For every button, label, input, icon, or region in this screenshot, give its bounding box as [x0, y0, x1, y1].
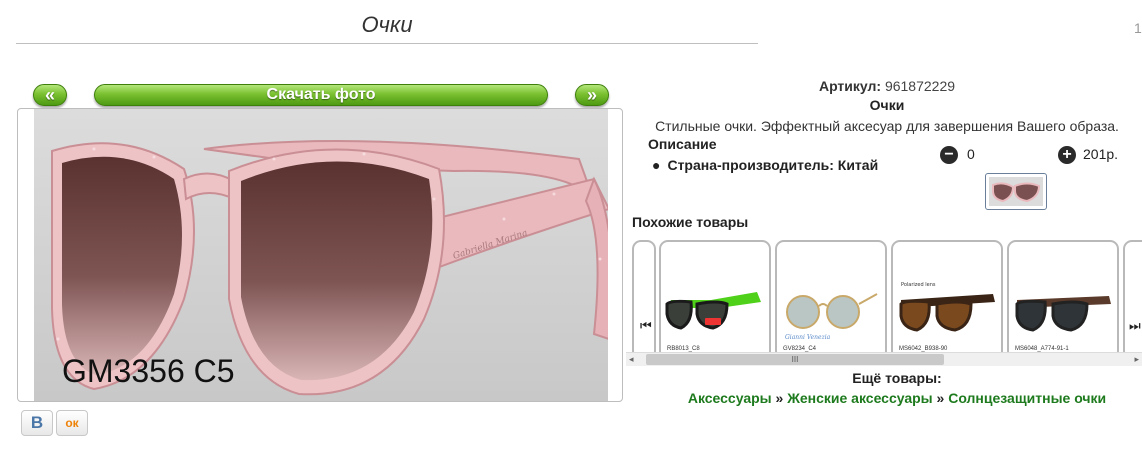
carousel-prev-icon[interactable]: ⏮: [640, 318, 652, 334]
photo-model-label: GM3356 C5: [62, 353, 235, 389]
spec-value: Китай: [837, 157, 879, 173]
similar-item[interactable]: MS6048_A774-91-1: [1007, 240, 1119, 354]
sku-value: 961872229: [884, 78, 956, 94]
product-description: Стильные очки. Эффектный аксесуар для за…: [655, 118, 1119, 134]
product-photo-frame: Gabriella Marina GM3356 C5: [17, 108, 623, 402]
breadcrumb-separator: »: [771, 390, 788, 406]
similar-item-image: [665, 292, 761, 330]
minus-icon[interactable]: −: [940, 146, 958, 164]
breadcrumb-link[interactable]: Женские аксессуары: [787, 390, 932, 406]
carousel-next-icon[interactable]: ⏭: [1129, 318, 1141, 334]
breadcrumb-separator: »: [932, 390, 949, 406]
similar-item-image: Gianni Venezia: [785, 293, 878, 341]
photo-thumbnail[interactable]: [985, 173, 1047, 210]
similar-products-heading: Похожие товары: [632, 214, 749, 230]
breadcrumb-link[interactable]: Аксессуары: [688, 390, 772, 406]
vk-icon: В: [30, 413, 44, 432]
spec-item-country: ● Страна-производитель: Китай: [652, 157, 878, 173]
breadcrumb: Аксессуары » Женские аксессуары » Солнце…: [640, 390, 1142, 406]
ok-share-button[interactable]: ок: [56, 410, 88, 436]
next-photo-button[interactable]: »: [575, 84, 609, 106]
product-photo[interactable]: Gabriella Marina GM3356 C5: [34, 109, 613, 401]
carousel-scrollbar[interactable]: ◂ III ▸: [626, 352, 1142, 366]
similar-item[interactable]: RB8013_C8: [659, 240, 771, 354]
stray-mark: 1: [1134, 20, 1142, 36]
spec-label: Страна-производитель:: [667, 157, 834, 173]
vk-share-button[interactable]: В: [21, 410, 53, 436]
bullet-icon: ●: [652, 157, 661, 173]
card-brand-text: Gianni Venezia: [785, 334, 831, 341]
similar-item-image: Polarized lens: [899, 282, 995, 332]
scroll-thumb[interactable]: III: [646, 354, 944, 365]
ok-icon: ок: [65, 416, 79, 430]
scroll-right-icon[interactable]: ▸: [1134, 353, 1139, 366]
product-name: Очки: [869, 97, 905, 113]
scroll-left-icon[interactable]: ◂: [629, 353, 634, 366]
thumbnail-image: [989, 177, 1043, 206]
prev-photo-button[interactable]: «: [33, 84, 67, 106]
page-title: Очки: [16, 10, 758, 44]
more-products-heading: Ещё товары:: [852, 370, 942, 386]
download-photo-button[interactable]: Скачать фото: [94, 84, 548, 106]
similar-item[interactable]: Gianni Venezia GV8234_C4: [775, 240, 887, 354]
breadcrumb-link[interactable]: Солнцезащитные очки: [948, 390, 1106, 406]
quantity-value: 0: [967, 146, 975, 162]
carousel-next-card[interactable]: ⏭: [1123, 240, 1142, 354]
card-note-text: Polarized lens: [901, 282, 936, 288]
price-value: 201р.: [1083, 146, 1119, 162]
description-heading: Описание: [648, 136, 717, 152]
similar-products-carousel: ⏮ RB8013_C8 Gianni Venezia GV8234_C4 Pol…: [632, 238, 1142, 354]
sku-line: Артикул: 961872229: [640, 78, 1134, 94]
similar-item[interactable]: Polarized lens MS6042_B938-90: [891, 240, 1003, 354]
carousel-prev-card[interactable]: ⏮: [632, 240, 656, 354]
similar-item-image: [1015, 296, 1111, 332]
sku-label: Артикул:: [818, 78, 882, 94]
plus-icon[interactable]: +: [1058, 146, 1076, 164]
